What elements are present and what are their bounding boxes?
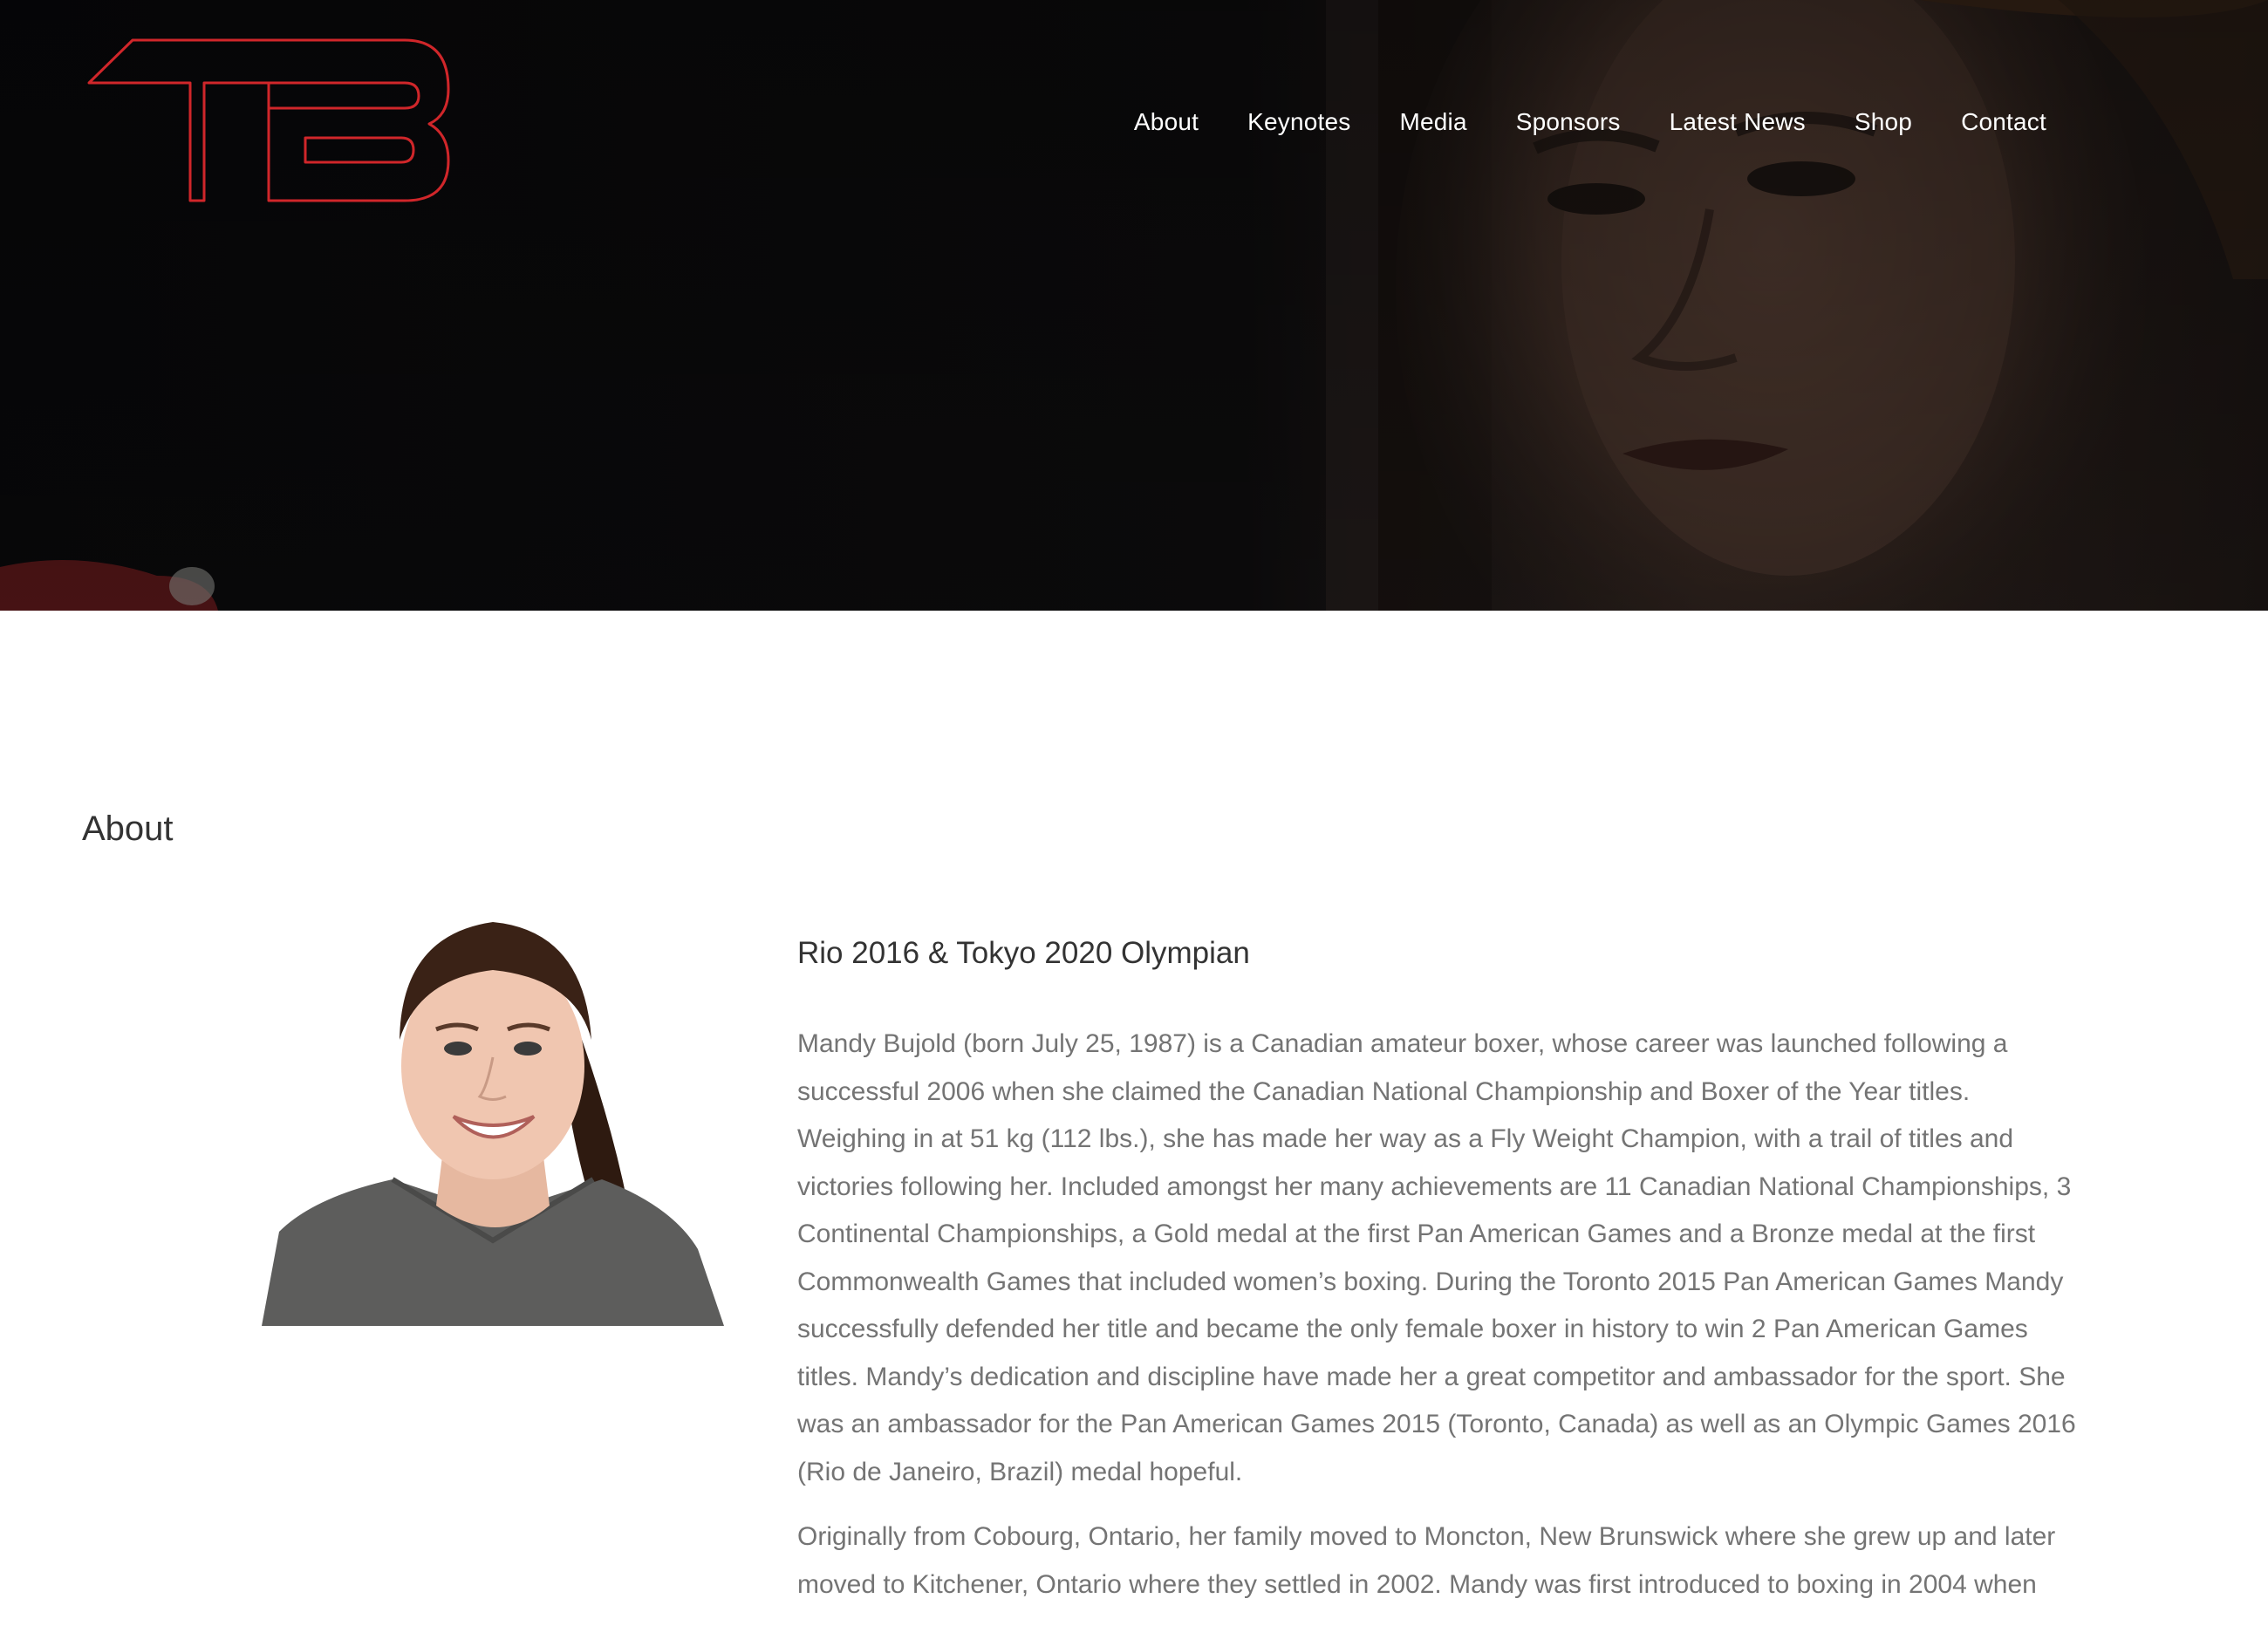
- nav-link-sponsors[interactable]: Sponsors: [1516, 105, 1621, 140]
- nav-link-keynotes[interactable]: Keynotes: [1247, 105, 1350, 140]
- about-subtitle: Rio 2016 & Tokyo 2020 Olympian: [797, 936, 1250, 970]
- tb-logo[interactable]: [87, 38, 450, 206]
- portrait-photo: [262, 918, 724, 1326]
- main-nav: About Keynotes Media Sponsors Latest New…: [1134, 105, 2046, 140]
- about-paragraph: Originally from Cobourg, Ontario, her fa…: [797, 1522, 2056, 1599]
- hero-banner: About Keynotes Media Sponsors Latest New…: [0, 0, 2268, 611]
- page-title: About: [82, 810, 174, 848]
- about-content: Rio 2016 & Tokyo 2020 Olympian Mandy Buj…: [797, 925, 2085, 1626]
- nav-link-media[interactable]: Media: [1399, 105, 1466, 140]
- about-paragraph: Mandy Bujold (born July 25, 1987) is a C…: [797, 1029, 2076, 1486]
- nav-link-contact[interactable]: Contact: [1961, 105, 2046, 140]
- nav-link-shop[interactable]: Shop: [1855, 105, 1912, 140]
- nav-link-about[interactable]: About: [1134, 105, 1199, 140]
- nav-link-latest-news[interactable]: Latest News: [1670, 105, 1806, 140]
